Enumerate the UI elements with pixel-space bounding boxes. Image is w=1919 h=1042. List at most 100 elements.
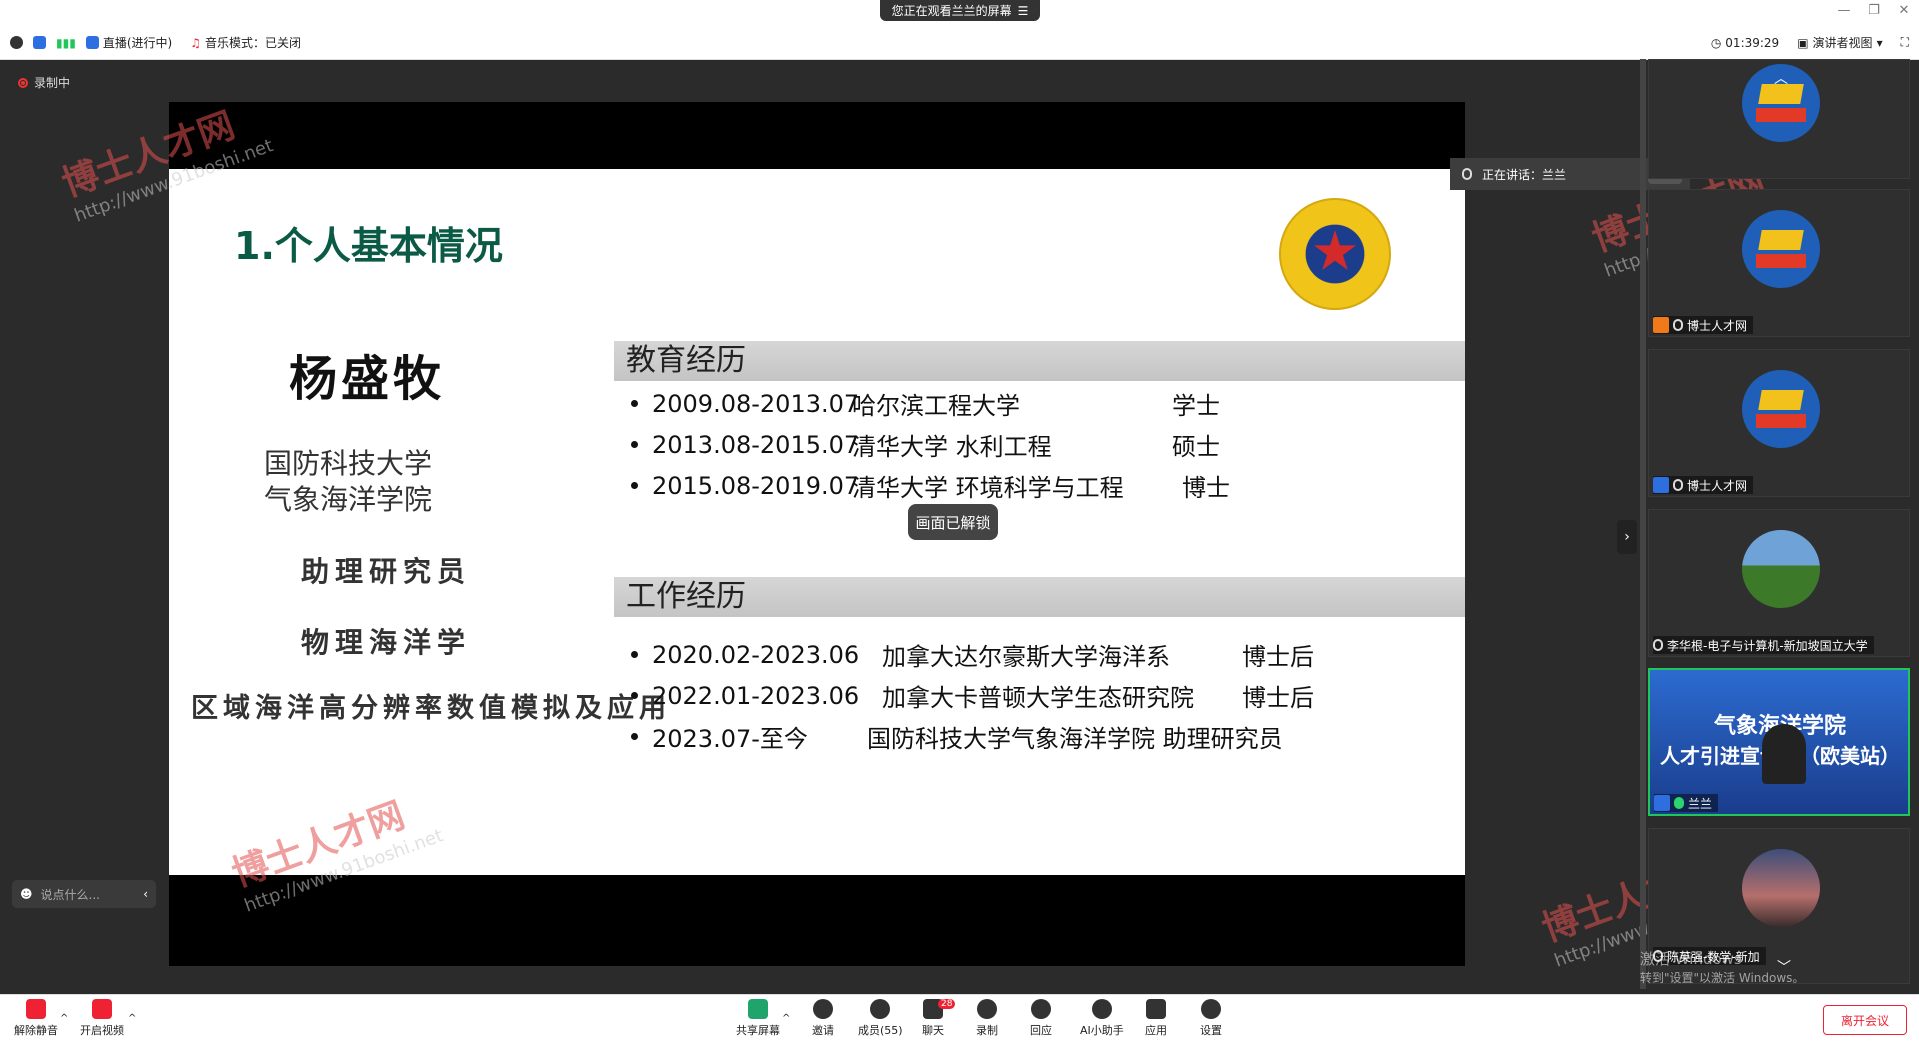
mic-active-icon	[1674, 797, 1684, 809]
participant-label: 兰兰	[1654, 794, 1719, 812]
education-item: 2015.08-2019.07 清华大学 环境科学与工程 博士	[631, 468, 1230, 503]
share-screen-icon	[748, 999, 768, 1019]
info-icon[interactable]	[10, 36, 23, 49]
unmute-button[interactable]: 解除静音	[14, 995, 58, 1042]
gear-icon	[1201, 999, 1221, 1019]
work-header: 工作经历	[614, 577, 1465, 617]
apps-icon	[1146, 999, 1166, 1019]
record-label: 录制	[976, 1024, 998, 1037]
leave-meeting-button[interactable]: 离开会议	[1823, 1005, 1907, 1035]
education-school: 哈尔滨工程大学	[852, 392, 1020, 420]
participant-name: 兰兰	[1688, 796, 1713, 811]
invite-button[interactable]: 邀请	[812, 995, 834, 1042]
signal-icon[interactable]: ▮▮▮	[56, 36, 76, 50]
work-item: 2023.07-至今 国防科技大学气象海洋学院 助理研究员	[631, 719, 1283, 754]
work-org: 加拿大达尔豪斯大学海洋系	[882, 643, 1170, 671]
restore-icon[interactable]: ❐	[1864, 3, 1884, 21]
react-label: 回应	[1030, 1024, 1052, 1037]
presentation-slide: 1.个人基本情况 杨盛牧 国防科技大学 气象海洋学院 助理研究员 物理海洋学 区…	[169, 169, 1465, 875]
org-line-2: 气象海洋学院	[264, 483, 433, 516]
view-mode-label: 演讲者视图	[1812, 36, 1873, 50]
music-mode[interactable]: ♫ 音乐模式：已关闭	[190, 34, 301, 51]
recording-label: 录制中	[34, 76, 71, 90]
apps-button[interactable]: 应用	[1145, 995, 1167, 1042]
live-label: 直播(进行中)	[102, 36, 173, 50]
share-options-chevron[interactable]: ^	[782, 995, 790, 1042]
participant-tile-active-speaker[interactable]: 气象海洋学院 人才引进宣讲会（欧美站） 兰兰	[1648, 668, 1910, 816]
live-status[interactable]: 直播(进行中)	[85, 34, 173, 51]
slide-title: 1.个人基本情况	[234, 224, 503, 268]
work-item: 2022.01-2023.06 加拿大卡普顿大学生态研究院 博士后	[631, 678, 1314, 713]
camera-off-icon	[92, 999, 112, 1019]
org-line-1: 国防科技大学	[264, 447, 433, 480]
minimize-icon[interactable]: —	[1834, 3, 1854, 21]
emoji-icon[interactable]: ☻	[20, 887, 33, 901]
participant-tile[interactable]: 博士人才网	[1648, 189, 1910, 337]
participant-tile[interactable]: ︿	[1648, 59, 1910, 179]
meeting-timer: ◷ 01:39:29	[1711, 36, 1779, 50]
participant-name: 博士人才网	[1687, 478, 1748, 493]
panel-divider[interactable]	[1640, 59, 1646, 989]
work-org: 国防科技大学气象海洋学院 助理研究员	[867, 725, 1283, 753]
members-button[interactable]: 成员(55)	[858, 995, 903, 1042]
start-video-button[interactable]: 开启视频	[80, 995, 124, 1042]
fullscreen-icon[interactable]: ⛶	[1901, 35, 1909, 50]
participant-name: 李华根-电子与计算机-新加坡国立大学	[1667, 638, 1868, 653]
layout-icon: ▣	[1797, 35, 1809, 50]
education-degree: 学士	[1172, 392, 1220, 420]
education-period: 2009.08-2013.07	[652, 389, 860, 418]
view-mode-dropdown[interactable]: ▣ 演讲者视图 ▾	[1797, 34, 1882, 51]
record-dot-icon	[18, 77, 28, 88]
sharing-banner[interactable]: 您正在观看兰兰的屏幕 ☰	[880, 0, 1040, 21]
participant-tile[interactable]: 李华根-电子与计算机-新加坡国立大学	[1648, 509, 1910, 657]
react-button[interactable]: 回应	[1030, 995, 1052, 1042]
live-icon	[85, 36, 99, 49]
participant-name: 博士人才网	[1687, 318, 1748, 333]
work-period: 2022.01-2023.06	[652, 681, 860, 710]
work-item: 2020.02-2023.06 加拿大达尔豪斯大学海洋系 博士后	[631, 637, 1314, 672]
education-item: 2009.08-2013.07 哈尔滨工程大学 学士	[631, 386, 1220, 421]
close-icon[interactable]: ✕	[1894, 3, 1914, 21]
bottom-toolbar: 解除静音 ^ 开启视频 ^ 共享屏幕 ^ 邀请 成员(55) 28 聊天 录制 …	[0, 994, 1919, 1042]
ai-assistant-button[interactable]: AI小助手	[1080, 995, 1124, 1042]
chevron-right-icon: ›	[1624, 529, 1630, 545]
chat-label: 聊天	[922, 1024, 944, 1037]
ai-assistant-icon	[1091, 999, 1112, 1019]
members-label: 成员(55)	[858, 1024, 903, 1037]
chat-button[interactable]: 28 聊天	[922, 995, 956, 1042]
person-icon	[1653, 477, 1669, 493]
chat-input[interactable]: 说点什么...	[41, 886, 144, 903]
windows-activation-notice: 激活 Windows 转到"设置"以激活 Windows。	[1640, 948, 1804, 986]
work-org: 加拿大卡普顿大学生态研究院	[882, 684, 1194, 712]
meeting-info-bar: ▮▮▮ 直播(进行中) ♫ 音乐模式：已关闭 ◷ 01:39:29 ▣ 演讲者视…	[0, 26, 1919, 60]
education-period: 2013.08-2015.07	[652, 430, 860, 459]
chevron-left-icon[interactable]: ‹	[143, 887, 148, 901]
education-degree: 博士	[1182, 474, 1230, 502]
members-icon	[870, 999, 891, 1019]
work-role: 博士后	[1242, 684, 1314, 712]
shield-icon[interactable]	[33, 36, 46, 49]
education-period: 2015.08-2019.07	[652, 471, 860, 500]
recording-indicator: 录制中	[18, 74, 70, 91]
invite-label: 邀请	[812, 1024, 834, 1037]
chevron-up-icon[interactable]: ︿	[1767, 68, 1795, 87]
chat-input-widget[interactable]: ☻ 说点什么... ‹	[12, 880, 156, 908]
person-name: 杨盛牧	[289, 351, 446, 407]
sharing-banner-text: 您正在观看兰兰的屏幕	[891, 4, 1012, 18]
job-title: 助理研究员	[301, 555, 472, 588]
work-period: 2023.07-至今	[652, 725, 808, 753]
research-field: 物理海洋学	[301, 626, 472, 659]
settings-button[interactable]: 设置	[1200, 995, 1222, 1042]
clock-icon: ◷	[1710, 35, 1722, 50]
audio-options-chevron[interactable]: ^	[60, 995, 68, 1042]
record-button[interactable]: 录制	[976, 995, 998, 1042]
participant-tile[interactable]: 博士人才网	[1648, 349, 1910, 497]
education-header: 教育经历	[614, 341, 1465, 381]
share-screen-button[interactable]: 共享屏幕	[736, 995, 780, 1042]
collapse-panel-button[interactable]: ›	[1617, 520, 1637, 554]
settings-label: 设置	[1200, 1024, 1222, 1037]
unmute-label: 解除静音	[14, 1024, 58, 1037]
participant-label: 博士人才网	[1653, 316, 1754, 334]
video-options-chevron[interactable]: ^	[128, 995, 136, 1042]
research-topic: 区域海洋高分辨率数值模拟及应用	[191, 693, 671, 724]
